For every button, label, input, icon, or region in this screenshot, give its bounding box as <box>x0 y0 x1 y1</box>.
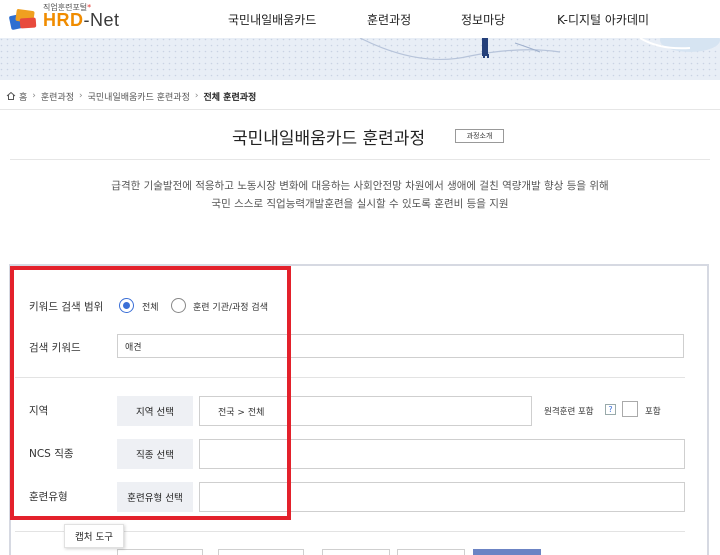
breadcrumb-training[interactable]: 훈련과정 <box>41 90 74 103</box>
nav-item-info[interactable]: 정보마당 <box>461 0 505 38</box>
page-title: 국민내일배움카드 훈련과정 <box>232 129 426 149</box>
logo-wordmark: HRD-Net <box>43 10 120 30</box>
home-icon[interactable] <box>6 91 16 101</box>
highlight-annotation <box>10 266 291 520</box>
banner-illustration <box>0 38 720 80</box>
remote-include-checkbox[interactable] <box>622 401 638 417</box>
page-description-line1: 급격한 기술발전에 적응하고 노동시장 변화에 대응하는 사회안전망 차원에서 … <box>111 180 609 192</box>
snipping-tool-tooltip: 캡처 도구 <box>64 524 124 548</box>
search-button[interactable] <box>473 549 541 555</box>
nav-item-k-digital-academy[interactable]: K-디지털 아카데미 <box>557 0 649 38</box>
date-field[interactable] <box>218 549 304 555</box>
breadcrumb-naeil-courses[interactable]: 국민내일배움카드 훈련과정 <box>88 90 190 103</box>
chevron-right-icon: › <box>32 91 36 101</box>
date-field[interactable] <box>117 549 203 555</box>
help-icon[interactable]: ? <box>605 404 616 415</box>
divider <box>10 159 710 160</box>
breadcrumb-home[interactable]: 홈 <box>19 90 27 103</box>
logo-mark-icon <box>9 9 37 30</box>
nav-item-naeil-card[interactable]: 국민내일배움카드 <box>228 0 316 38</box>
page-description-line2: 국민 스스로 직업능력개발훈련을 실시할 수 있도록 훈련비 등을 지원 <box>211 198 509 210</box>
filter-field[interactable] <box>322 549 390 555</box>
include-label: 포함 <box>645 407 661 417</box>
course-intro-button[interactable]: 과정소개 <box>455 129 504 143</box>
filter-field[interactable] <box>397 549 465 555</box>
nav-item-training-courses[interactable]: 훈련과정 <box>367 0 411 38</box>
hero-banner <box>0 38 720 80</box>
chevron-right-icon: › <box>194 91 199 101</box>
hrd-net-logo[interactable]: 직업훈련포털* HRD-Net <box>6 2 136 34</box>
breadcrumb: 홈 › 훈련과정 › 국민내일배움카드 훈련과정 › 전체 훈련과정 <box>6 88 256 104</box>
site-header: 직업훈련포털* HRD-Net 국민내일배움카드 훈련과정 정보마당 K-디지털… <box>0 0 720 38</box>
chevron-right-icon: › <box>79 91 83 101</box>
breadcrumb-current: 전체 훈련과정 <box>203 92 257 103</box>
divider <box>0 109 720 110</box>
remote-training-label: 원격훈련 포함 <box>544 407 594 417</box>
